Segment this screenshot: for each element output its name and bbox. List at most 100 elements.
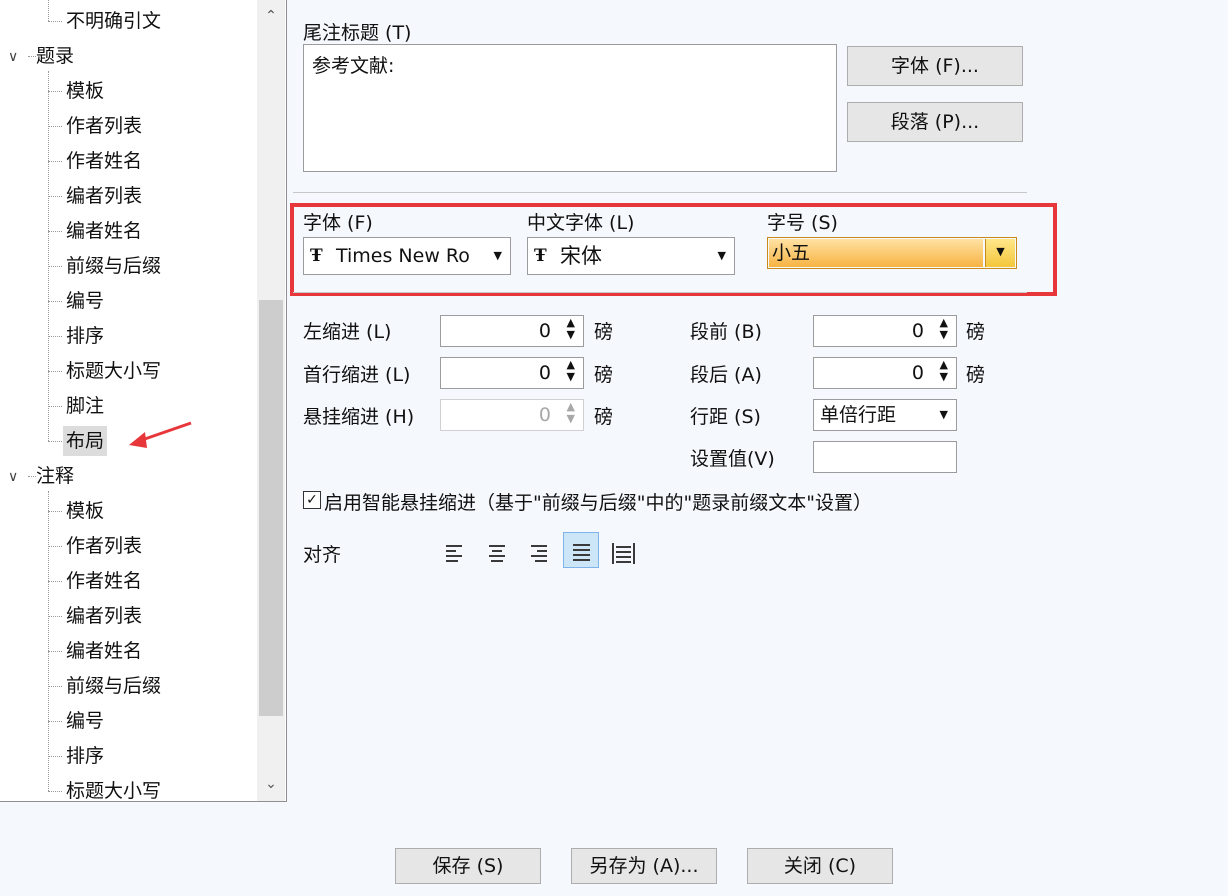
tree-item-label: 编者姓名 bbox=[66, 640, 143, 662]
tree-item[interactable]: 编者列表 bbox=[48, 181, 248, 211]
tree-item-label: 编者姓名 bbox=[66, 220, 143, 242]
save-button[interactable]: 保存 (S) bbox=[395, 848, 541, 884]
tree-item-label: 模板 bbox=[66, 80, 105, 102]
tree-group[interactable]: ∨ 注释 bbox=[8, 461, 208, 491]
align-right-icon[interactable] bbox=[521, 534, 557, 570]
tree-item-label: 编者列表 bbox=[66, 185, 143, 207]
align-justify-icon[interactable] bbox=[563, 532, 599, 568]
tree-group-label: 题录 bbox=[36, 45, 75, 67]
left-indent-stepper[interactable]: 0 ▲ ▼ bbox=[440, 315, 584, 347]
chevron-down-icon[interactable]: ∨ bbox=[8, 42, 18, 72]
first-indent-value: 0 bbox=[538, 362, 551, 384]
spin-arrows-icon[interactable]: ▲ ▼ bbox=[567, 401, 575, 425]
tree-item-label: 模板 bbox=[66, 500, 105, 522]
spin-arrows-icon[interactable]: ▲ ▼ bbox=[940, 317, 948, 341]
left-indent-value: 0 bbox=[538, 320, 551, 342]
tree-item[interactable]: 标题大小写 bbox=[48, 356, 248, 386]
space-after-stepper[interactable]: 0 ▲ ▼ bbox=[813, 357, 957, 389]
tree-item[interactable]: 排序 bbox=[48, 741, 248, 771]
font-select[interactable]: Ŧ Times New Ro ▼ bbox=[303, 237, 511, 275]
tree-item-label-selected: 布局 bbox=[63, 426, 108, 456]
spin-arrows-icon[interactable]: ▲ ▼ bbox=[940, 359, 948, 383]
tree-item[interactable]: 编者列表 bbox=[48, 601, 248, 631]
line-spacing-select[interactable]: 单倍行距 ▼ bbox=[813, 399, 957, 431]
endnote-font-button[interactable]: 字体 (F)... bbox=[847, 46, 1023, 86]
unit-label: 磅 bbox=[966, 321, 986, 343]
endnote-title-field[interactable]: 参考文献: bbox=[303, 44, 837, 172]
cn-font-value: 宋体 bbox=[560, 244, 602, 268]
unit-label: 磅 bbox=[594, 321, 614, 343]
settings-tree[interactable]: 不明确引文 ∨ 题录 模板 作者列表 作者姓名 编者列表 编者姓名 前缀与后缀 编号 排序 标题大小写… bbox=[0, 0, 287, 802]
chevron-down-icon[interactable]: ▼ bbox=[985, 239, 1015, 267]
chevron-down-icon[interactable]: ∨ bbox=[8, 462, 18, 492]
first-indent-stepper[interactable]: 0 ▲ ▼ bbox=[440, 357, 584, 389]
tree-item[interactable]: 脚注 bbox=[48, 391, 248, 421]
tree-item[interactable]: 作者列表 bbox=[48, 531, 248, 561]
tree-item[interactable]: 前缀与后缀 bbox=[48, 671, 248, 701]
tree-item[interactable]: 作者列表 bbox=[48, 111, 248, 141]
font-value: Times New Ro bbox=[336, 245, 470, 267]
set-value-label: 设置值(V) bbox=[690, 448, 775, 470]
tree-item[interactable]: 编号 bbox=[48, 706, 248, 736]
save-as-button[interactable]: 另存为 (A)... bbox=[571, 848, 717, 884]
tree-item-label: 前缀与后缀 bbox=[66, 255, 162, 277]
unit-label: 磅 bbox=[594, 406, 614, 428]
left-indent-label: 左缩进 (L) bbox=[303, 321, 392, 343]
tree-item-label: 编号 bbox=[66, 290, 105, 312]
tree-item[interactable]: 作者姓名 bbox=[48, 566, 248, 596]
tree-scrollbar-thumb[interactable] bbox=[259, 300, 283, 716]
tree-item[interactable]: 编号 bbox=[48, 286, 248, 316]
tree-group[interactable]: ∨ 题录 bbox=[8, 41, 208, 71]
tree-item[interactable]: 模板 bbox=[48, 76, 248, 106]
tree-item-label: 作者姓名 bbox=[66, 570, 143, 592]
hanging-indent-stepper[interactable]: 0 ▲ ▼ bbox=[440, 399, 584, 431]
tree-item-label: 编者列表 bbox=[66, 605, 143, 627]
space-before-stepper[interactable]: 0 ▲ ▼ bbox=[813, 315, 957, 347]
tree-item[interactable]: 前缀与后缀 bbox=[48, 251, 248, 281]
tree-item-label: 排序 bbox=[66, 745, 105, 767]
tree-item[interactable]: 作者姓名 bbox=[48, 146, 248, 176]
font-size-label: 字号 (S) bbox=[767, 212, 838, 234]
scroll-down-icon[interactable]: ⌄ bbox=[257, 776, 285, 792]
space-before-label: 段前 (B) bbox=[690, 321, 762, 343]
tree-guide-line bbox=[48, 491, 49, 791]
tree-item[interactable]: 编者姓名 bbox=[48, 216, 248, 246]
tree-item[interactable]: 标题大小写 bbox=[48, 776, 248, 802]
tree-item[interactable]: 排序 bbox=[48, 321, 248, 351]
font-size-select[interactable]: 小五 ▼ bbox=[767, 237, 1017, 269]
divider bbox=[293, 192, 1027, 193]
spin-arrows-icon[interactable]: ▲ ▼ bbox=[567, 359, 575, 383]
chevron-down-icon: ▼ bbox=[939, 408, 948, 421]
tree-guide-line bbox=[48, 71, 49, 441]
tree-item-label: 标题大小写 bbox=[66, 360, 162, 382]
tree-item[interactable]: 模板 bbox=[48, 496, 248, 526]
tree-item-label: 标题大小写 bbox=[66, 780, 162, 802]
hanging-indent-label: 悬挂缩进 (H) bbox=[303, 406, 415, 428]
endnote-title-value: 参考文献: bbox=[312, 55, 395, 77]
tree-item-label: 前缀与后缀 bbox=[66, 675, 162, 697]
font-label: 字体 (F) bbox=[303, 212, 373, 234]
align-center-icon[interactable] bbox=[479, 534, 515, 570]
cn-font-select[interactable]: Ŧ 宋体 ▼ bbox=[527, 237, 735, 275]
first-indent-label: 首行缩进 (L) bbox=[303, 364, 411, 386]
align-left-icon[interactable] bbox=[437, 534, 473, 570]
smart-indent-label: 启用智能悬挂缩进（基于"前缀与后缀"中的"题录前缀文本"设置） bbox=[324, 492, 872, 514]
tree-item-label: 作者姓名 bbox=[66, 150, 143, 172]
smart-indent-checkbox[interactable]: ✓ bbox=[303, 491, 321, 509]
space-after-value: 0 bbox=[911, 362, 924, 384]
spin-arrows-icon[interactable]: ▲ ▼ bbox=[567, 317, 575, 341]
divider bbox=[293, 292, 1027, 293]
chevron-down-icon: ▼ bbox=[493, 249, 502, 262]
tree-item-label: 排序 bbox=[66, 325, 105, 347]
tree-item-label: 编号 bbox=[66, 710, 105, 732]
unit-label: 磅 bbox=[966, 364, 986, 386]
tree-item[interactable]: 编者姓名 bbox=[48, 636, 248, 666]
set-value-field[interactable] bbox=[813, 441, 957, 473]
scroll-up-icon[interactable]: ⌃ bbox=[257, 8, 285, 24]
chevron-down-icon: ▼ bbox=[717, 249, 726, 262]
endnote-paragraph-button[interactable]: 段落 (P)... bbox=[847, 102, 1023, 142]
close-button[interactable]: 关闭 (C) bbox=[747, 848, 893, 884]
align-distributed-icon[interactable] bbox=[605, 534, 641, 570]
tree-item[interactable]: 不明确引文 bbox=[48, 6, 248, 36]
tree-guide-line bbox=[48, 0, 49, 21]
